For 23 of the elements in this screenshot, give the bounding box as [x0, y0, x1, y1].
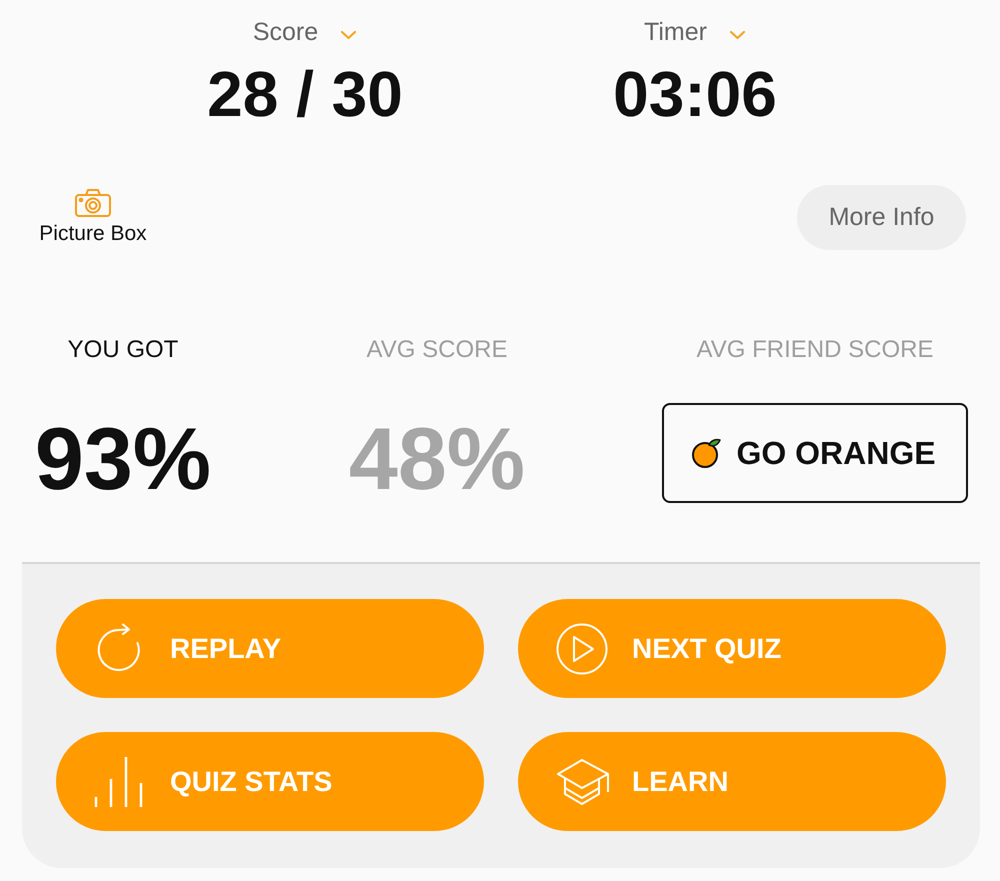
stat-label: Timer: [644, 17, 707, 47]
action-button[interactable]: NEXT QUIZ: [518, 599, 946, 698]
action-button[interactable]: LEARN: [518, 732, 946, 831]
action-button[interactable]: REPLAY: [56, 599, 484, 698]
stat-label: Score: [252, 17, 318, 47]
stat-value: 03:06: [613, 59, 777, 129]
percent-value: 48%: [348, 409, 526, 509]
chevron-down-icon[interactable]: [728, 30, 746, 40]
camera-icon[interactable]: [75, 188, 111, 216]
graduation-cap-icon: [556, 758, 610, 806]
fruit-icon: [690, 437, 722, 469]
play-icon: [556, 622, 608, 674]
picture-box-label[interactable]: Picture Box: [39, 220, 147, 246]
friend-challenge-button[interactable]: GO ORANGE: [662, 403, 968, 503]
stat-label: AVG SCORE: [366, 335, 508, 365]
chevron-down-icon[interactable]: [340, 30, 358, 40]
action-button[interactable]: QUIZ STATS: [56, 732, 484, 831]
more-info-button[interactable]: More Info: [797, 185, 966, 250]
stat-label: AVG FRIEND SCORE: [696, 335, 934, 365]
bar-chart-icon: [94, 756, 144, 806]
stat-label: YOU GOT: [68, 335, 178, 365]
stat-value: 28 / 30: [207, 59, 403, 129]
percent-value: 93%: [34, 409, 212, 509]
